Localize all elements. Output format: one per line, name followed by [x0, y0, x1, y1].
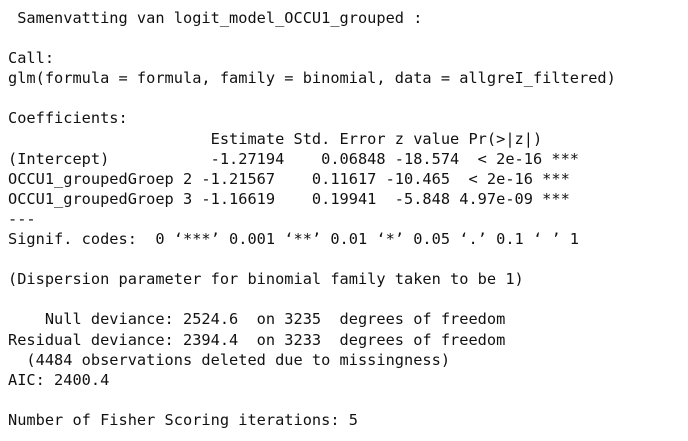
null-deviance: Null deviance: 2524.6 on 3235 degrees of…	[8, 310, 506, 329]
separator: ---	[8, 209, 36, 228]
r-console-output: Samenvatting van logit_model_OCCU1_group…	[8, 8, 688, 430]
signif-codes: Signif. codes: 0 ‘***’ 0.001 ‘**’ 0.01 ‘…	[8, 230, 579, 249]
coefficients-header: Estimate Std. Error z value Pr(>|z|)	[8, 129, 579, 148]
summary-heading: Samenvatting van logit_model_OCCU1_group…	[8, 9, 423, 27]
fisher-iterations: Number of Fisher Scoring iterations: 5	[8, 410, 358, 429]
coefficient-row-groep-3: OCCU1_groupedGroep 3 -1.16619 0.19941 -5…	[8, 189, 570, 208]
missingness-note: (4484 observations deleted due to missin…	[8, 350, 451, 369]
call-formula: glm(formula = formula, family = binomial…	[8, 69, 616, 88]
aic-value: AIC: 2400.4	[8, 370, 110, 389]
residual-deviance: Residual deviance: 2394.4 on 3233 degree…	[8, 330, 506, 349]
coefficient-row-intercept: (Intercept) -1.27194 0.06848 -18.574 < 2…	[8, 149, 579, 168]
coefficients-label: Coefficients:	[8, 109, 128, 128]
coefficient-row-groep-2: OCCU1_groupedGroep 2 -1.21567 0.11617 -1…	[8, 169, 570, 188]
dispersion-note: (Dispersion parameter for binomial famil…	[8, 270, 524, 289]
call-label: Call:	[8, 49, 55, 68]
